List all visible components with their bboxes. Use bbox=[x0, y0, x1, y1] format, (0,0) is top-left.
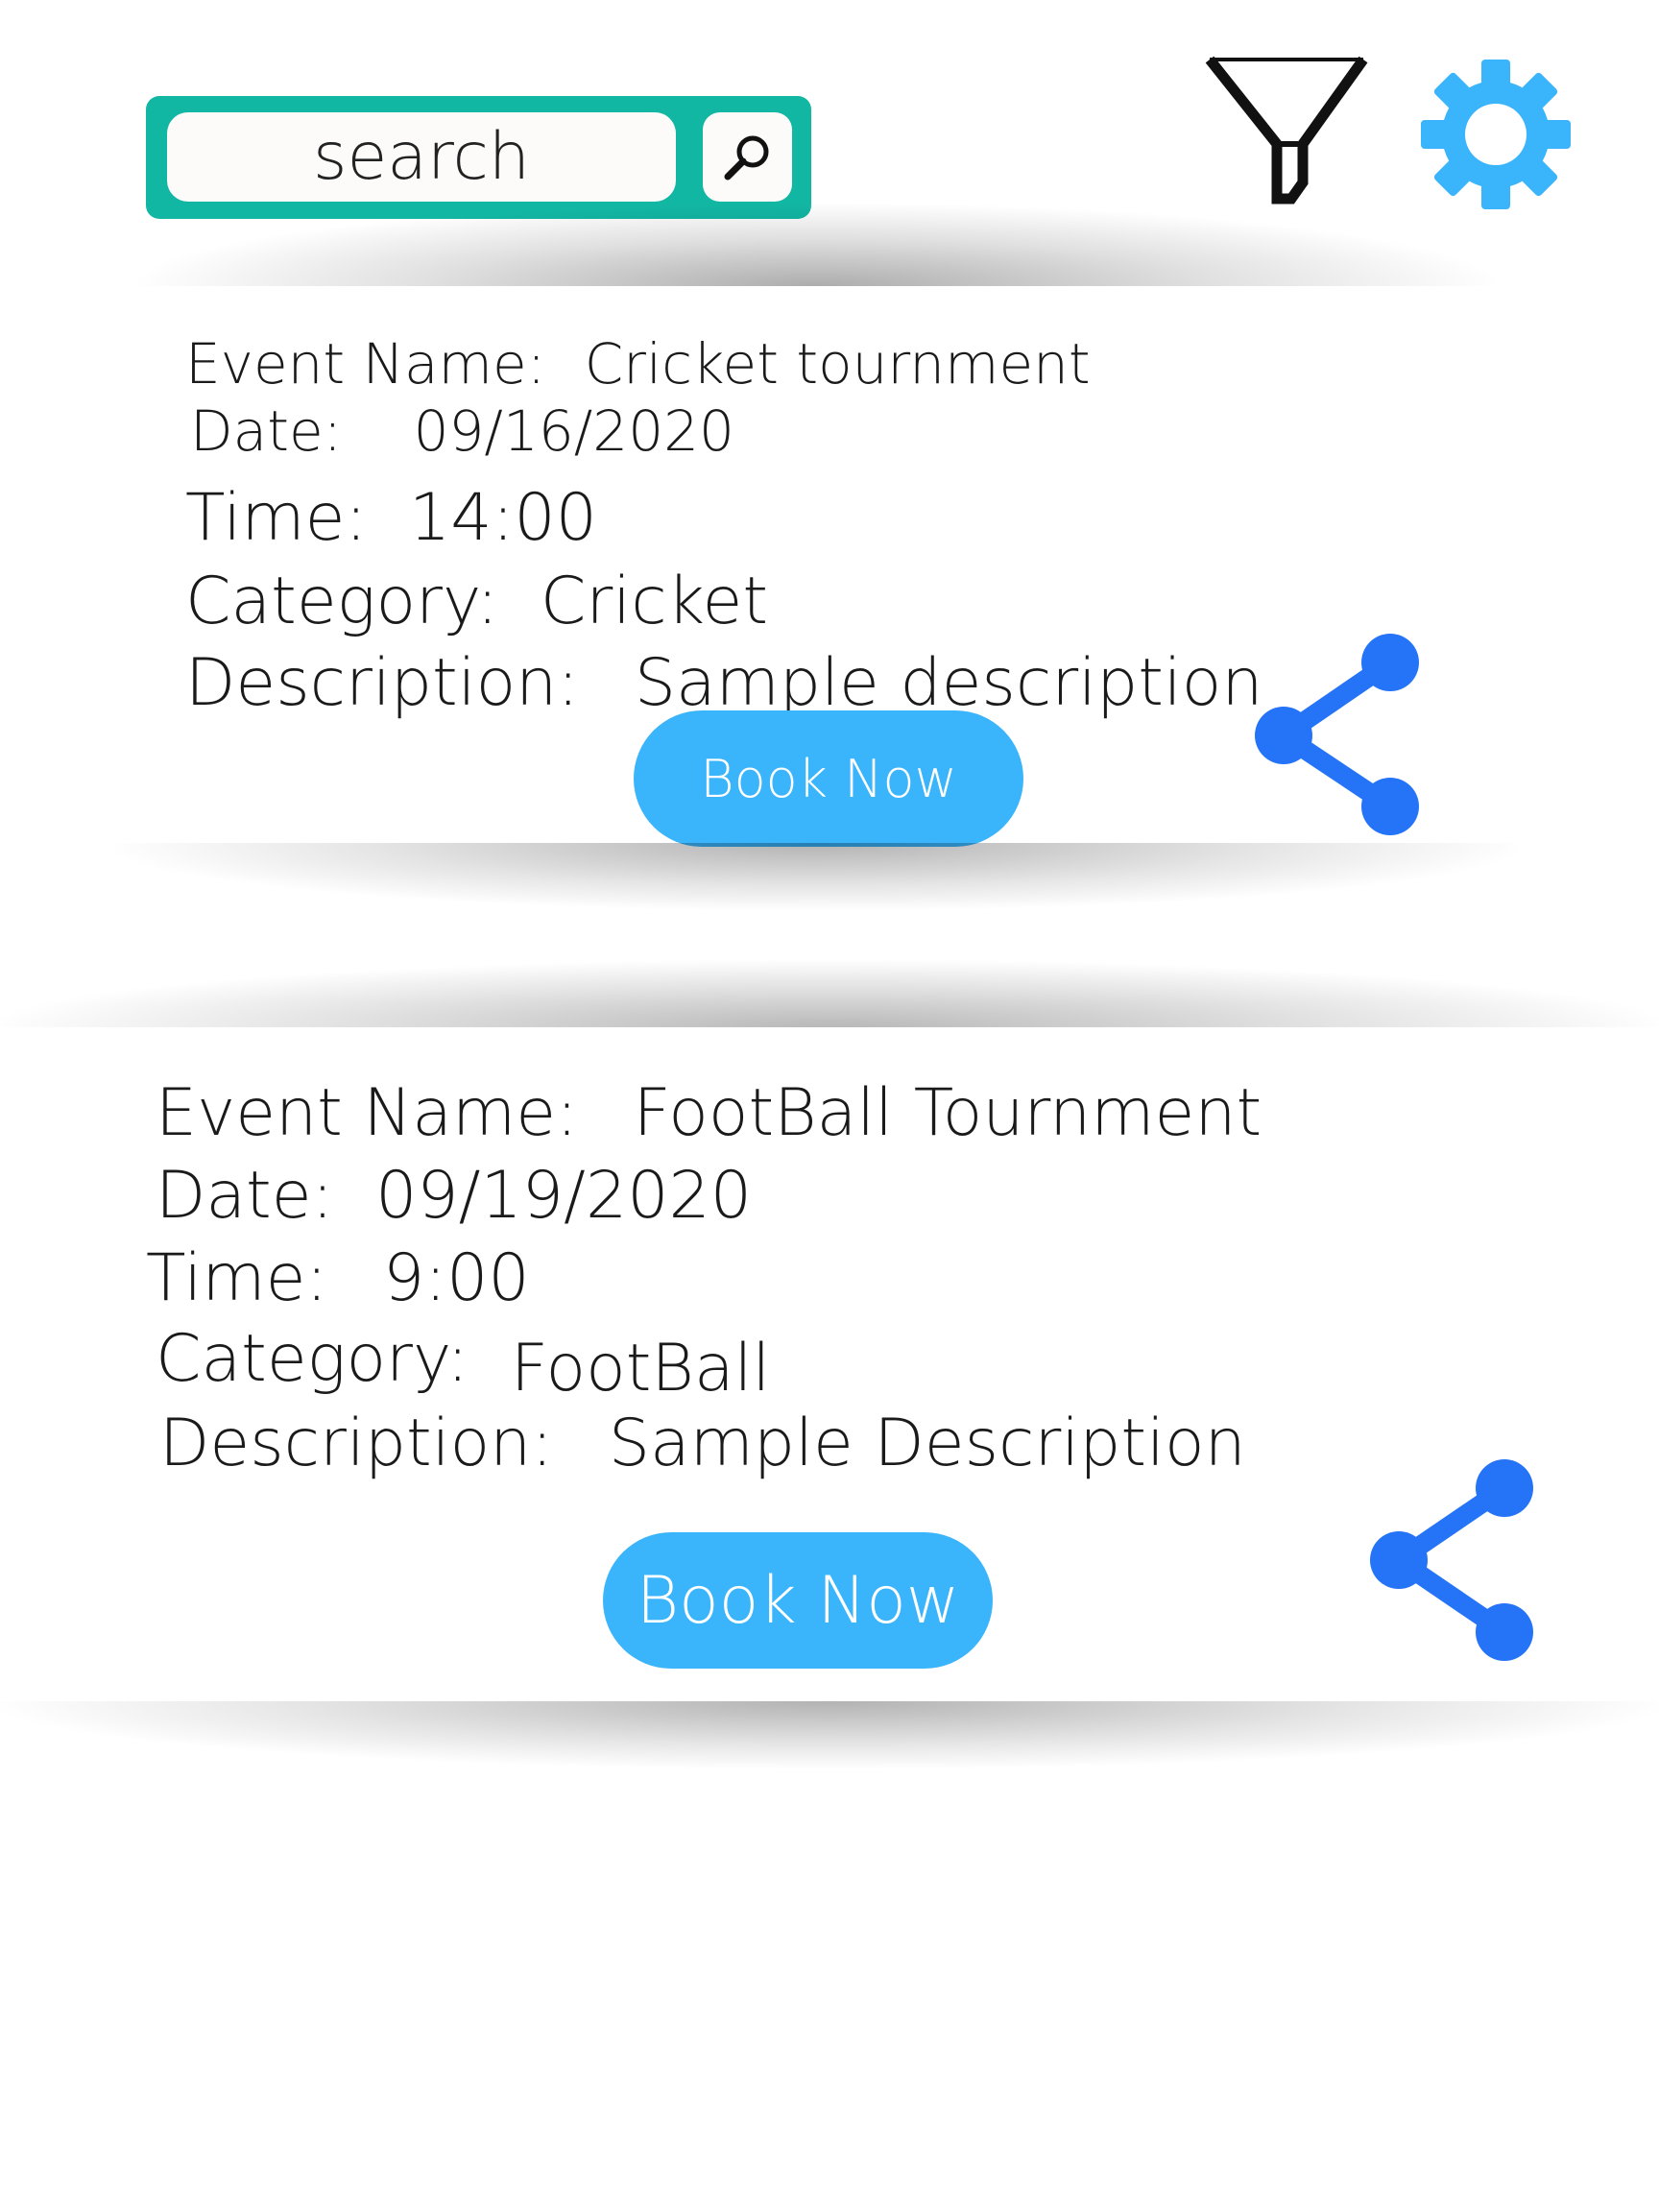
book-now-button[interactable]: Book Now bbox=[603, 1532, 993, 1669]
category-row: Category: Cricket bbox=[185, 564, 768, 639]
time-value: 14:00 bbox=[408, 480, 597, 556]
gear-icon bbox=[1421, 60, 1571, 209]
settings-button[interactable] bbox=[1419, 58, 1573, 211]
time-value: 9:00 bbox=[382, 1240, 530, 1316]
time-row: Time: 14:00 bbox=[185, 480, 597, 556]
share-button[interactable] bbox=[1234, 634, 1426, 845]
event-name-label: Event Name: bbox=[156, 1075, 578, 1151]
date-value: 09/19/2020 bbox=[375, 1158, 753, 1234]
description-label: Description: bbox=[159, 1406, 554, 1481]
category-label: Category: bbox=[185, 564, 499, 639]
category-value: Cricket bbox=[540, 564, 769, 639]
date-row: Date: 09/16/2020 bbox=[190, 398, 734, 464]
description-row: Description: Sample Description bbox=[159, 1406, 1246, 1481]
card-shadow bbox=[115, 843, 1517, 910]
search-bar bbox=[146, 96, 811, 219]
book-now-button[interactable]: Book Now bbox=[634, 710, 1023, 847]
description-label: Description: bbox=[185, 645, 580, 721]
time-label: Time: bbox=[146, 1240, 328, 1316]
event-name-row: Event Name: Cricket tournment bbox=[185, 331, 1091, 397]
header-divider-shadow bbox=[125, 202, 1507, 286]
date-value: 09/16/2020 bbox=[413, 398, 734, 464]
time-label: Time: bbox=[185, 480, 368, 556]
event-card: Event Name: FootBall Tournment Date: 09/… bbox=[0, 1027, 1659, 1704]
filter-funnel-icon bbox=[1205, 56, 1368, 204]
share-icon bbox=[1370, 1459, 1533, 1661]
share-icon bbox=[1255, 634, 1419, 835]
magnifier-icon bbox=[724, 135, 768, 180]
filter-button[interactable] bbox=[1205, 53, 1368, 206]
event-name-label: Event Name: bbox=[185, 331, 546, 397]
category-value: FootBall bbox=[510, 1331, 771, 1407]
event-name-value: Cricket tournment bbox=[584, 331, 1091, 397]
time-row: Time: 9:00 bbox=[146, 1240, 530, 1316]
search-input[interactable] bbox=[167, 112, 676, 202]
event-name-value: FootBall Tournment bbox=[633, 1075, 1262, 1151]
card-shadow bbox=[0, 960, 1659, 1027]
event-name-row: Event Name: FootBall Tournment bbox=[156, 1075, 1262, 1151]
description-value: Sample Description bbox=[608, 1406, 1246, 1481]
event-card: Event Name: Cricket tournment Date: 09/1… bbox=[115, 286, 1517, 847]
category-row: Category: FootBall bbox=[156, 1321, 770, 1407]
category-label: Category: bbox=[156, 1321, 469, 1397]
card-shadow bbox=[0, 1701, 1659, 1768]
search-button[interactable] bbox=[703, 112, 792, 202]
date-label: Date: bbox=[190, 398, 343, 464]
date-label: Date: bbox=[156, 1158, 334, 1234]
date-row: Date: 09/19/2020 bbox=[156, 1158, 752, 1234]
share-button[interactable] bbox=[1344, 1455, 1555, 1675]
